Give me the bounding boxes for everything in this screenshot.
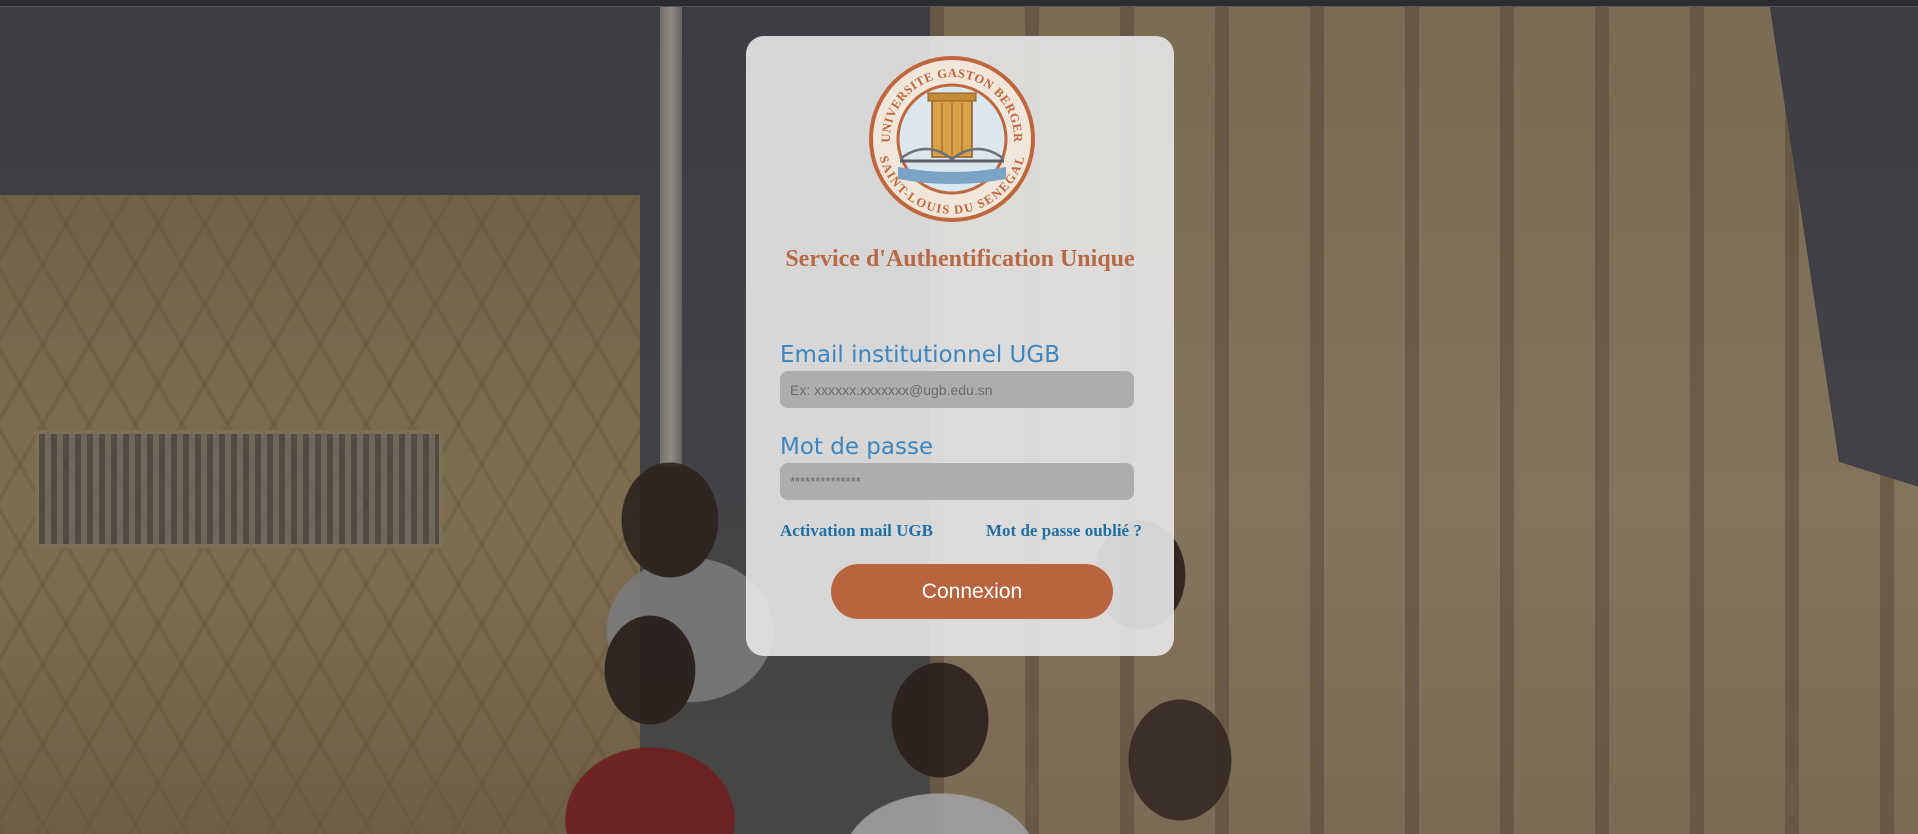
email-label: Email institutionnel UGB bbox=[780, 342, 1060, 368]
login-button[interactable]: Connexion bbox=[831, 564, 1113, 619]
login-card: UNIVERSITE GASTON BERGER SAINT-LOUIS DU … bbox=[746, 36, 1174, 656]
forgot-password-link[interactable]: Mot de passe oublié ? bbox=[986, 521, 1142, 541]
page-title: Service d'Authentification Unique bbox=[785, 246, 1135, 272]
page-stage: UNIVERSITE GASTON BERGER SAINT-LOUIS DU … bbox=[0, 0, 1918, 834]
password-field[interactable] bbox=[780, 463, 1134, 500]
activation-mail-link[interactable]: Activation mail UGB bbox=[780, 521, 933, 541]
email-field[interactable] bbox=[780, 371, 1134, 408]
password-label: Mot de passe bbox=[780, 434, 934, 460]
university-logo: UNIVERSITE GASTON BERGER SAINT-LOUIS DU … bbox=[869, 56, 1035, 222]
top-strip bbox=[0, 0, 1918, 7]
